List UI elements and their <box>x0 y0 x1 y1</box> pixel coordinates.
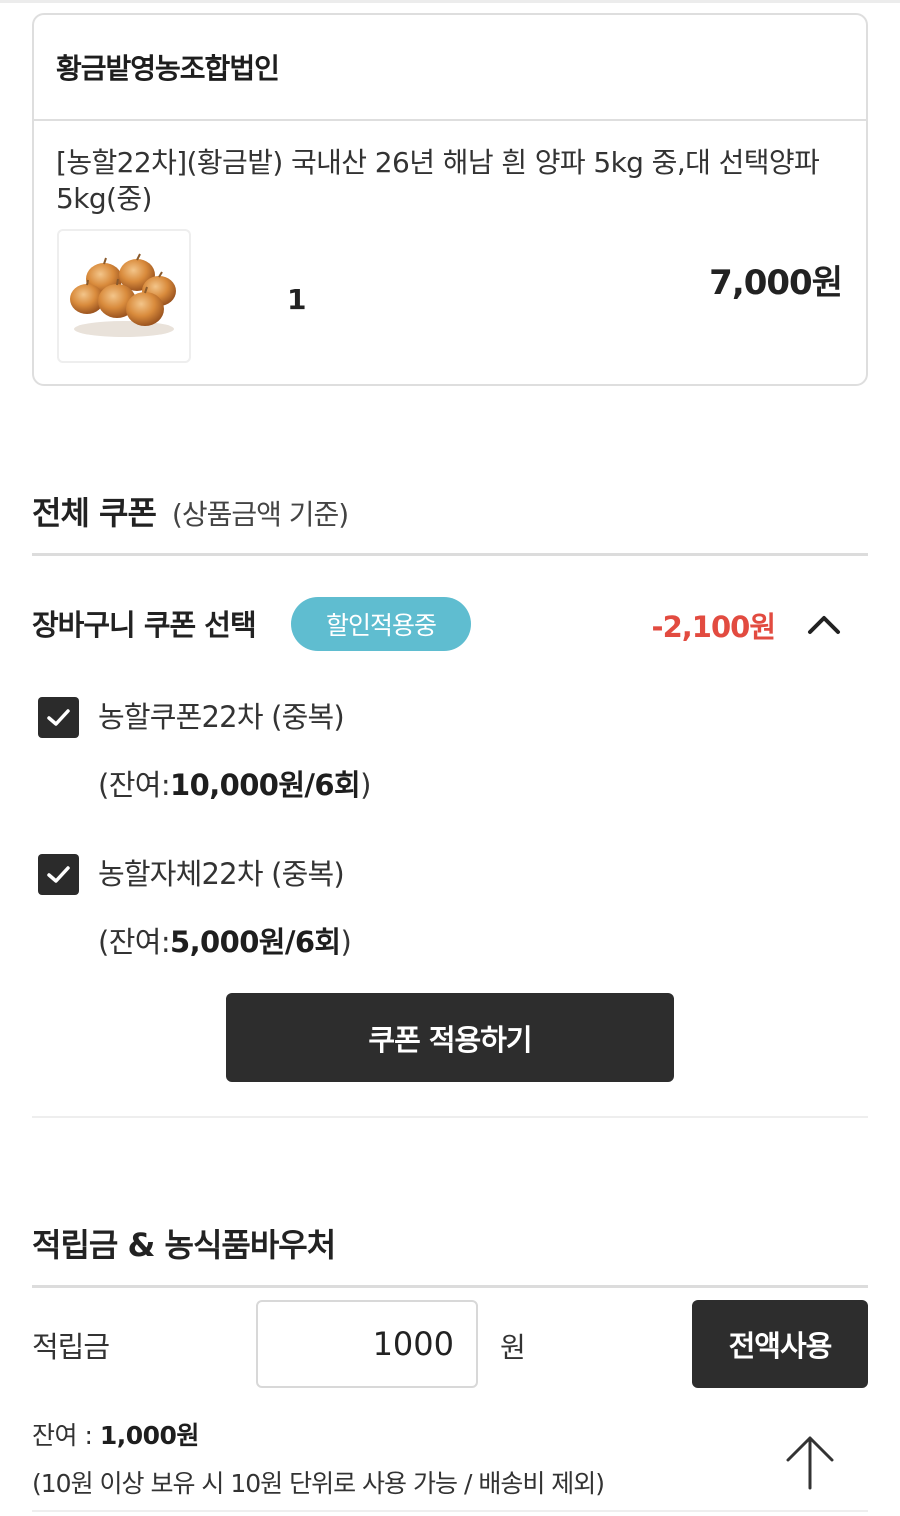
top-divider <box>0 0 900 3</box>
discount-applied-badge: 할인적용중 <box>291 597 471 651</box>
seller-header: 황금밭영농조합법인 <box>34 15 866 121</box>
onion-image-graphic <box>70 253 176 337</box>
section-divider <box>32 1510 868 1512</box>
points-balance-value: 1,000원 <box>99 1421 200 1450</box>
coupon-balance-value: 10,000원/6회 <box>170 768 361 802</box>
coupon-balance: (잔여:5,000원/6회) <box>98 919 352 961</box>
points-note: (10원 이상 보유 시 10원 단위로 사용 가능 / 배송비 제외) <box>32 1469 605 1498</box>
scroll-to-top-icon[interactable] <box>780 1432 840 1492</box>
product-name[interactable]: [농할22차](황금밭) 국내산 26년 해남 흰 양파 5kg 중,대 선택양… <box>56 145 856 217</box>
seller-name: 황금밭영농조합법인 <box>56 52 280 85</box>
points-balance: 잔여 : 1,000원 <box>32 1416 199 1452</box>
coupon-balance: (잔여:10,000원/6회) <box>98 762 371 804</box>
coupon-name: 농할쿠폰22차 (중복) <box>98 700 345 734</box>
coupon-balance-prefix: (잔여: <box>98 925 171 959</box>
coupon-balance-value: 5,000원/6회 <box>170 925 341 959</box>
section-divider <box>32 553 868 556</box>
points-balance-prefix: 잔여 : <box>32 1421 100 1450</box>
coupon-checkbox[interactable] <box>38 697 79 738</box>
order-item-card: 황금밭영농조합법인 [농할22차](황금밭) 국내산 26년 해남 흰 양파 5… <box>32 13 868 386</box>
checkmark-icon <box>47 866 70 883</box>
points-unit: 원 <box>500 1331 526 1364</box>
use-all-points-button[interactable]: 전액사용 <box>692 1300 868 1388</box>
points-label: 적립금 <box>32 1330 110 1364</box>
discount-amount: -2,100원 <box>651 610 776 644</box>
coupon-balance-suffix: ) <box>340 925 352 959</box>
points-section-title: 적립금 & 농식품바우처 <box>32 1226 336 1264</box>
section-divider <box>32 1116 868 1118</box>
coupon-name: 농할자체22차 (중복) <box>98 857 345 891</box>
chevron-up-icon[interactable] <box>806 612 842 636</box>
checkmark-icon <box>47 709 70 726</box>
coupon-section-title: 전체 쿠폰 (상품금액 기준) <box>32 488 349 534</box>
onion-image[interactable] <box>57 229 191 363</box>
coupon-balance-prefix: (잔여: <box>98 768 171 802</box>
points-input[interactable] <box>256 1300 478 1388</box>
coupon-title: 전체 쿠폰 <box>32 494 157 532</box>
product-price: 7,000원 <box>709 263 843 303</box>
cart-coupon-label: 장바구니 쿠폰 선택 <box>32 608 257 642</box>
coupon-subtitle: (상품금액 기준) <box>171 498 349 531</box>
quantity-value: 1 <box>287 283 307 316</box>
coupon-balance-suffix: ) <box>360 768 371 802</box>
section-divider <box>32 1285 868 1288</box>
coupon-checkbox[interactable] <box>38 854 79 895</box>
apply-coupon-button[interactable]: 쿠폰 적용하기 <box>226 993 674 1082</box>
